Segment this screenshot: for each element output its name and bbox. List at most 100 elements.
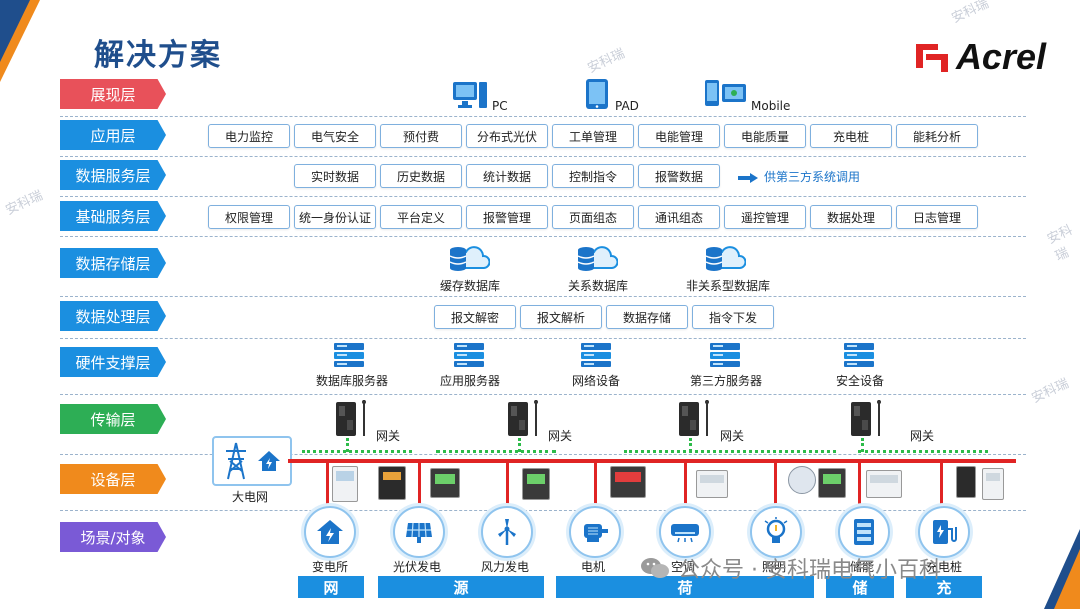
wechat-icon: [641, 558, 669, 578]
basic-service-chip: 统一身份认证: [294, 205, 376, 229]
logo-text: Acrel: [955, 36, 1046, 77]
layer-divider: [60, 236, 1026, 237]
air-conditioner-icon: [659, 506, 711, 558]
layer-label: 基础服务层: [60, 201, 166, 231]
storage-label: 缓存数据库: [440, 279, 501, 293]
layer-label: 数据处理层: [60, 301, 166, 331]
app-module-chip: 充电桩: [810, 124, 892, 148]
energy-storage-icon: [838, 506, 890, 558]
security-device-icon: [843, 342, 875, 372]
database-cloud-icon: [704, 242, 747, 278]
gateway-icon: [334, 398, 372, 442]
basic-service-chip: 遥控管理: [724, 205, 806, 229]
home-power-icon: [258, 451, 280, 471]
database-cloud-icon: [576, 242, 619, 278]
app-module-chip: 分布式光伏: [466, 124, 548, 148]
bus-drop-line: [940, 461, 943, 509]
arrow-right-icon: [738, 172, 758, 183]
layer-label: 设备层: [60, 464, 166, 494]
comm-link: [436, 450, 556, 453]
data-service-chip: 报警数据: [638, 164, 720, 188]
layer-divider: [60, 510, 1026, 511]
hardware-label: 网络设备: [572, 374, 621, 388]
data-service-chip: 实时数据: [294, 164, 376, 188]
acrel-logo-icon: [914, 40, 950, 74]
layer-label: 展现层: [60, 79, 166, 109]
din-meter-icon: [866, 470, 902, 498]
scene-label: 电机: [581, 560, 606, 574]
layer-divider: [60, 156, 1026, 157]
hardware-label: 安全设备: [836, 374, 885, 388]
watermark: 安科瑞: [1045, 222, 1075, 265]
meter-icon: [818, 468, 846, 498]
transmission-tower-icon: [226, 442, 246, 480]
bus-drop-line: [506, 461, 509, 509]
gateway-icon: [849, 398, 887, 442]
comm-link: [858, 450, 988, 453]
hardware-label: 数据库服务器: [316, 374, 389, 388]
category-bar-source: 源: [378, 576, 544, 598]
gateway-icon: [506, 398, 544, 442]
category-bar-grid: 网: [298, 576, 364, 598]
bus-drop-line: [326, 461, 329, 509]
app-module-chip: 能耗分析: [896, 124, 978, 148]
corner-decoration: [1054, 549, 1080, 609]
pc-icon: [452, 80, 488, 114]
comm-link: [302, 450, 412, 453]
app-module-chip: 电气安全: [294, 124, 376, 148]
din-meter-icon: [696, 470, 728, 498]
app-module-chip: 工单管理: [552, 124, 634, 148]
meter-icon: [522, 468, 550, 500]
layer-divider: [60, 116, 1026, 117]
charging-station-icon: [918, 506, 970, 558]
data-service-chip: 统计数据: [466, 164, 548, 188]
hardware-label: 第三方服务器: [690, 374, 763, 388]
gateway-label: 网关: [720, 429, 745, 443]
tablet-icon: [585, 78, 609, 114]
layer-label: 硬件支撑层: [60, 347, 166, 377]
basic-service-chip: 平台定义: [380, 205, 462, 229]
basic-service-chip: 权限管理: [208, 205, 290, 229]
mobile-icon: [704, 78, 748, 114]
device-label: PAD: [615, 99, 639, 113]
meter-icon: [610, 466, 646, 498]
din-meter-icon: [982, 468, 1004, 500]
bus-drop-line: [594, 461, 597, 509]
layer-label: 传输层: [60, 404, 166, 434]
layer-label: 场景/对象: [60, 522, 166, 552]
third-party-note: 供第三方系统调用: [738, 168, 860, 185]
motor-icon: [569, 506, 621, 558]
sensor-icon: [788, 466, 816, 494]
gateway-label: 网关: [548, 429, 573, 443]
power-grid-box: [212, 436, 292, 486]
charger-plug-icon: [956, 466, 976, 498]
layer-label: 数据服务层: [60, 160, 166, 190]
app-module-chip: 电力监控: [208, 124, 290, 148]
wind-turbine-icon: [481, 506, 533, 558]
device-label: PC: [492, 99, 508, 113]
data-service-chip: 控制指令: [552, 164, 634, 188]
gateway-label: 网关: [376, 429, 401, 443]
meter-icon: [378, 466, 406, 500]
power-bus: [296, 459, 1016, 463]
processing-chip: 数据存储: [606, 305, 688, 329]
comm-link: [624, 450, 836, 453]
wechat-footer: 公众号 · 安科瑞电气小百科: [640, 552, 941, 584]
grid-label: 大电网: [232, 490, 269, 504]
bus-drop-line: [774, 461, 777, 509]
scene-label: 光伏发电: [393, 560, 442, 574]
meter-icon: [430, 468, 460, 498]
layer-label: 应用层: [60, 120, 166, 150]
basic-service-chip: 数据处理: [810, 205, 892, 229]
brand-logo: Acrel: [914, 36, 1046, 78]
processing-chip: 指令下发: [692, 305, 774, 329]
app-module-chip: 电能质量: [724, 124, 806, 148]
gateway-label: 网关: [910, 429, 935, 443]
substation-icon: [304, 506, 356, 558]
storage-label: 非关系型数据库: [686, 279, 771, 293]
processing-chip: 报文解析: [520, 305, 602, 329]
protection-relay-icon: [332, 466, 358, 502]
watermark: 安科瑞: [585, 46, 628, 77]
basic-service-chip: 日志管理: [896, 205, 978, 229]
app-module-chip: 预付费: [380, 124, 462, 148]
